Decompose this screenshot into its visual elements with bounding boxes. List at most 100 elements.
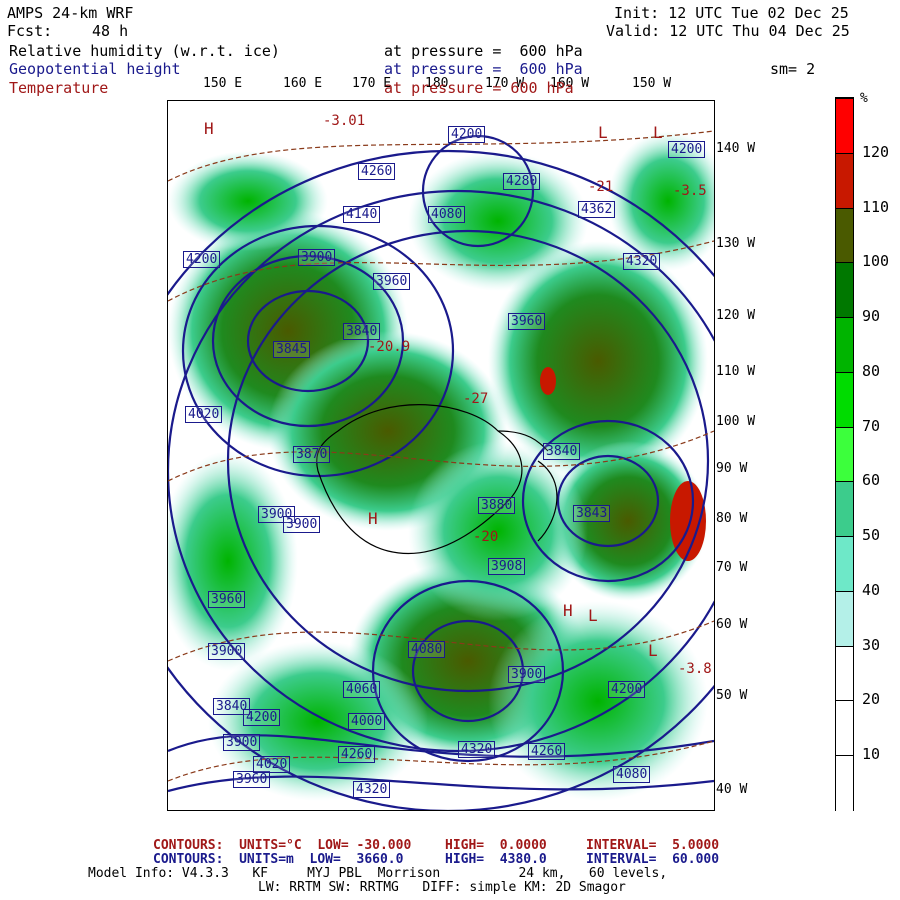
- colorbar-tick-label: 70: [862, 416, 881, 435]
- height-contour-label: 4200: [668, 141, 706, 158]
- height-contour-label: 4200: [243, 709, 281, 726]
- temperature-contour-label: -27: [463, 391, 489, 407]
- lon-label-right: 90 W: [716, 461, 748, 476]
- height-contour-label: 4260: [358, 163, 396, 180]
- lon-label-right: 110 W: [716, 364, 756, 379]
- colorbar-tick-label: 30: [862, 635, 881, 654]
- colorbar-tick-label: 60: [862, 471, 881, 490]
- height-contour-label: 4000: [348, 713, 386, 730]
- lon-label-top: 150 W: [632, 76, 672, 91]
- temperature-contour-label: -3.8: [678, 661, 712, 677]
- colorbar-tick-label: 120: [862, 142, 890, 161]
- field3-name: Temperature: [9, 79, 109, 97]
- height-contour-label: 3900: [223, 734, 261, 751]
- pressure-center-label: H: [368, 509, 378, 528]
- colorbar-tick-label: 80: [862, 361, 881, 380]
- temperature-contour-label: -21: [588, 179, 614, 195]
- colorbar-tick-label: 110: [862, 197, 890, 216]
- temp-contour-high: HIGH= 0.0000: [445, 838, 547, 853]
- height-contour-label: 4200: [448, 126, 486, 143]
- model-info: Model Info: V4.3.3 KF MYJ PBL Morrison 2…: [88, 866, 668, 881]
- pressure-center-label: L: [588, 606, 598, 625]
- height-contour-label: 3870: [293, 446, 331, 463]
- forecast-hour: 48 h: [92, 22, 129, 40]
- height-contour-label: 3880: [478, 497, 516, 514]
- colorbar-tick-label: 100: [862, 252, 890, 271]
- height-contour-label: 3840: [343, 323, 381, 340]
- temp-contour-interval: INTERVAL= 5.0000: [586, 838, 720, 853]
- pressure-center-label: H: [204, 119, 214, 138]
- height-contour-label: 3843: [573, 505, 611, 522]
- model-title: AMPS 24-km WRF: [7, 4, 134, 22]
- height-contour-label: 4200: [608, 681, 646, 698]
- lon-label-right: 100 W: [716, 414, 756, 429]
- lon-label-right: 40 W: [716, 782, 748, 797]
- height-contour-high: HIGH= 4380.0: [445, 852, 547, 867]
- map-panel: 4200 4260 4280 4140 4080 4362 4320 4200 3900 3960…: [167, 100, 715, 811]
- height-contour-label: 4320: [623, 253, 661, 270]
- colorbar-segment: [836, 426, 853, 483]
- height-contour-label: 4020: [185, 406, 223, 423]
- height-contour-label: 3960: [208, 591, 246, 608]
- valid-time: Valid: 12 UTC Thu 04 Dec 25: [606, 22, 850, 40]
- lon-label-right: 80 W: [716, 511, 748, 526]
- pressure-center-label: L: [598, 123, 608, 142]
- height-contour-label: 3900: [208, 643, 246, 660]
- lon-label-top: 150 E: [203, 76, 243, 91]
- colorbar-unit: %: [860, 91, 868, 106]
- pressure-center-label: L: [653, 123, 663, 142]
- height-contour-label: 4362: [578, 201, 616, 218]
- forecast-label: Fcst:: [7, 22, 53, 40]
- temperature-contour-label: -3.5: [673, 183, 707, 199]
- temperature-contour-label: -3.01: [323, 113, 366, 129]
- colorbar-segment: [836, 645, 853, 702]
- pressure-center-label: H: [563, 601, 573, 620]
- height-contour-label: 3960: [508, 313, 546, 330]
- field3-level: at pressure = 600 hPa: [384, 79, 574, 97]
- init-time: Init: 12 UTC Tue 02 Dec 25: [614, 4, 849, 22]
- height-contour-label: 4320: [458, 741, 496, 758]
- field2-name: Geopotential height: [9, 60, 181, 78]
- colorbar-segment: [836, 262, 853, 319]
- colorbar-tick-label: 10: [862, 745, 881, 764]
- colorbar-segment: [836, 700, 853, 757]
- height-contour-label: 4080: [613, 766, 651, 783]
- height-contour-label: 4140: [343, 206, 381, 223]
- height-contour-label: 3840: [543, 443, 581, 460]
- smoothing-label: sm= 2: [770, 60, 816, 78]
- colorbar-segment: [836, 98, 853, 154]
- height-contour-interval: INTERVAL= 60.000: [586, 852, 720, 867]
- height-contour-info: CONTOURS: UNITS=m LOW= 3660.0: [153, 852, 404, 867]
- height-contour-label: 3960: [373, 273, 411, 290]
- pressure-center-label: L: [648, 641, 658, 660]
- colorbar-tick-label: 50: [862, 526, 881, 545]
- colorbar-segment: [836, 317, 853, 373]
- colorbar-segment: [836, 152, 853, 209]
- colorbar-tick-label: 90: [862, 307, 881, 326]
- temperature-contour-label: -20: [473, 529, 499, 545]
- colorbar-segment: [836, 536, 853, 592]
- lon-label-right: 130 W: [716, 236, 756, 251]
- colorbar-tick-label: 20: [862, 690, 881, 709]
- height-contour-label: 3845: [273, 341, 311, 358]
- height-contour-label: 4320: [353, 781, 391, 798]
- lon-label-right: 50 W: [716, 688, 748, 703]
- height-contour-label: 3900: [508, 666, 546, 683]
- colorbar: [835, 97, 854, 811]
- height-contour-label: 4080: [428, 206, 466, 223]
- field1-name: Relative humidity (w.r.t. ice): [9, 42, 280, 60]
- height-contour-label: 3900: [298, 249, 336, 266]
- field1-level: at pressure = 600 hPa: [384, 42, 583, 60]
- height-contour-label: 4020: [253, 756, 291, 773]
- height-contour-label: 4200: [183, 251, 221, 268]
- height-contour-label: 4280: [503, 173, 541, 190]
- colorbar-segment: [836, 207, 853, 264]
- colorbar-segment: [836, 481, 853, 538]
- height-contour-label: 4080: [408, 641, 446, 658]
- temp-contour-info: CONTOURS: UNITS=°C LOW= -30.000: [153, 838, 412, 853]
- colorbar-segment: [836, 590, 853, 647]
- height-contour-label: 4260: [528, 743, 566, 760]
- height-contour-label: 3960: [233, 771, 271, 788]
- lon-label-right: 140 W: [716, 141, 756, 156]
- lon-label-right: 120 W: [716, 308, 756, 323]
